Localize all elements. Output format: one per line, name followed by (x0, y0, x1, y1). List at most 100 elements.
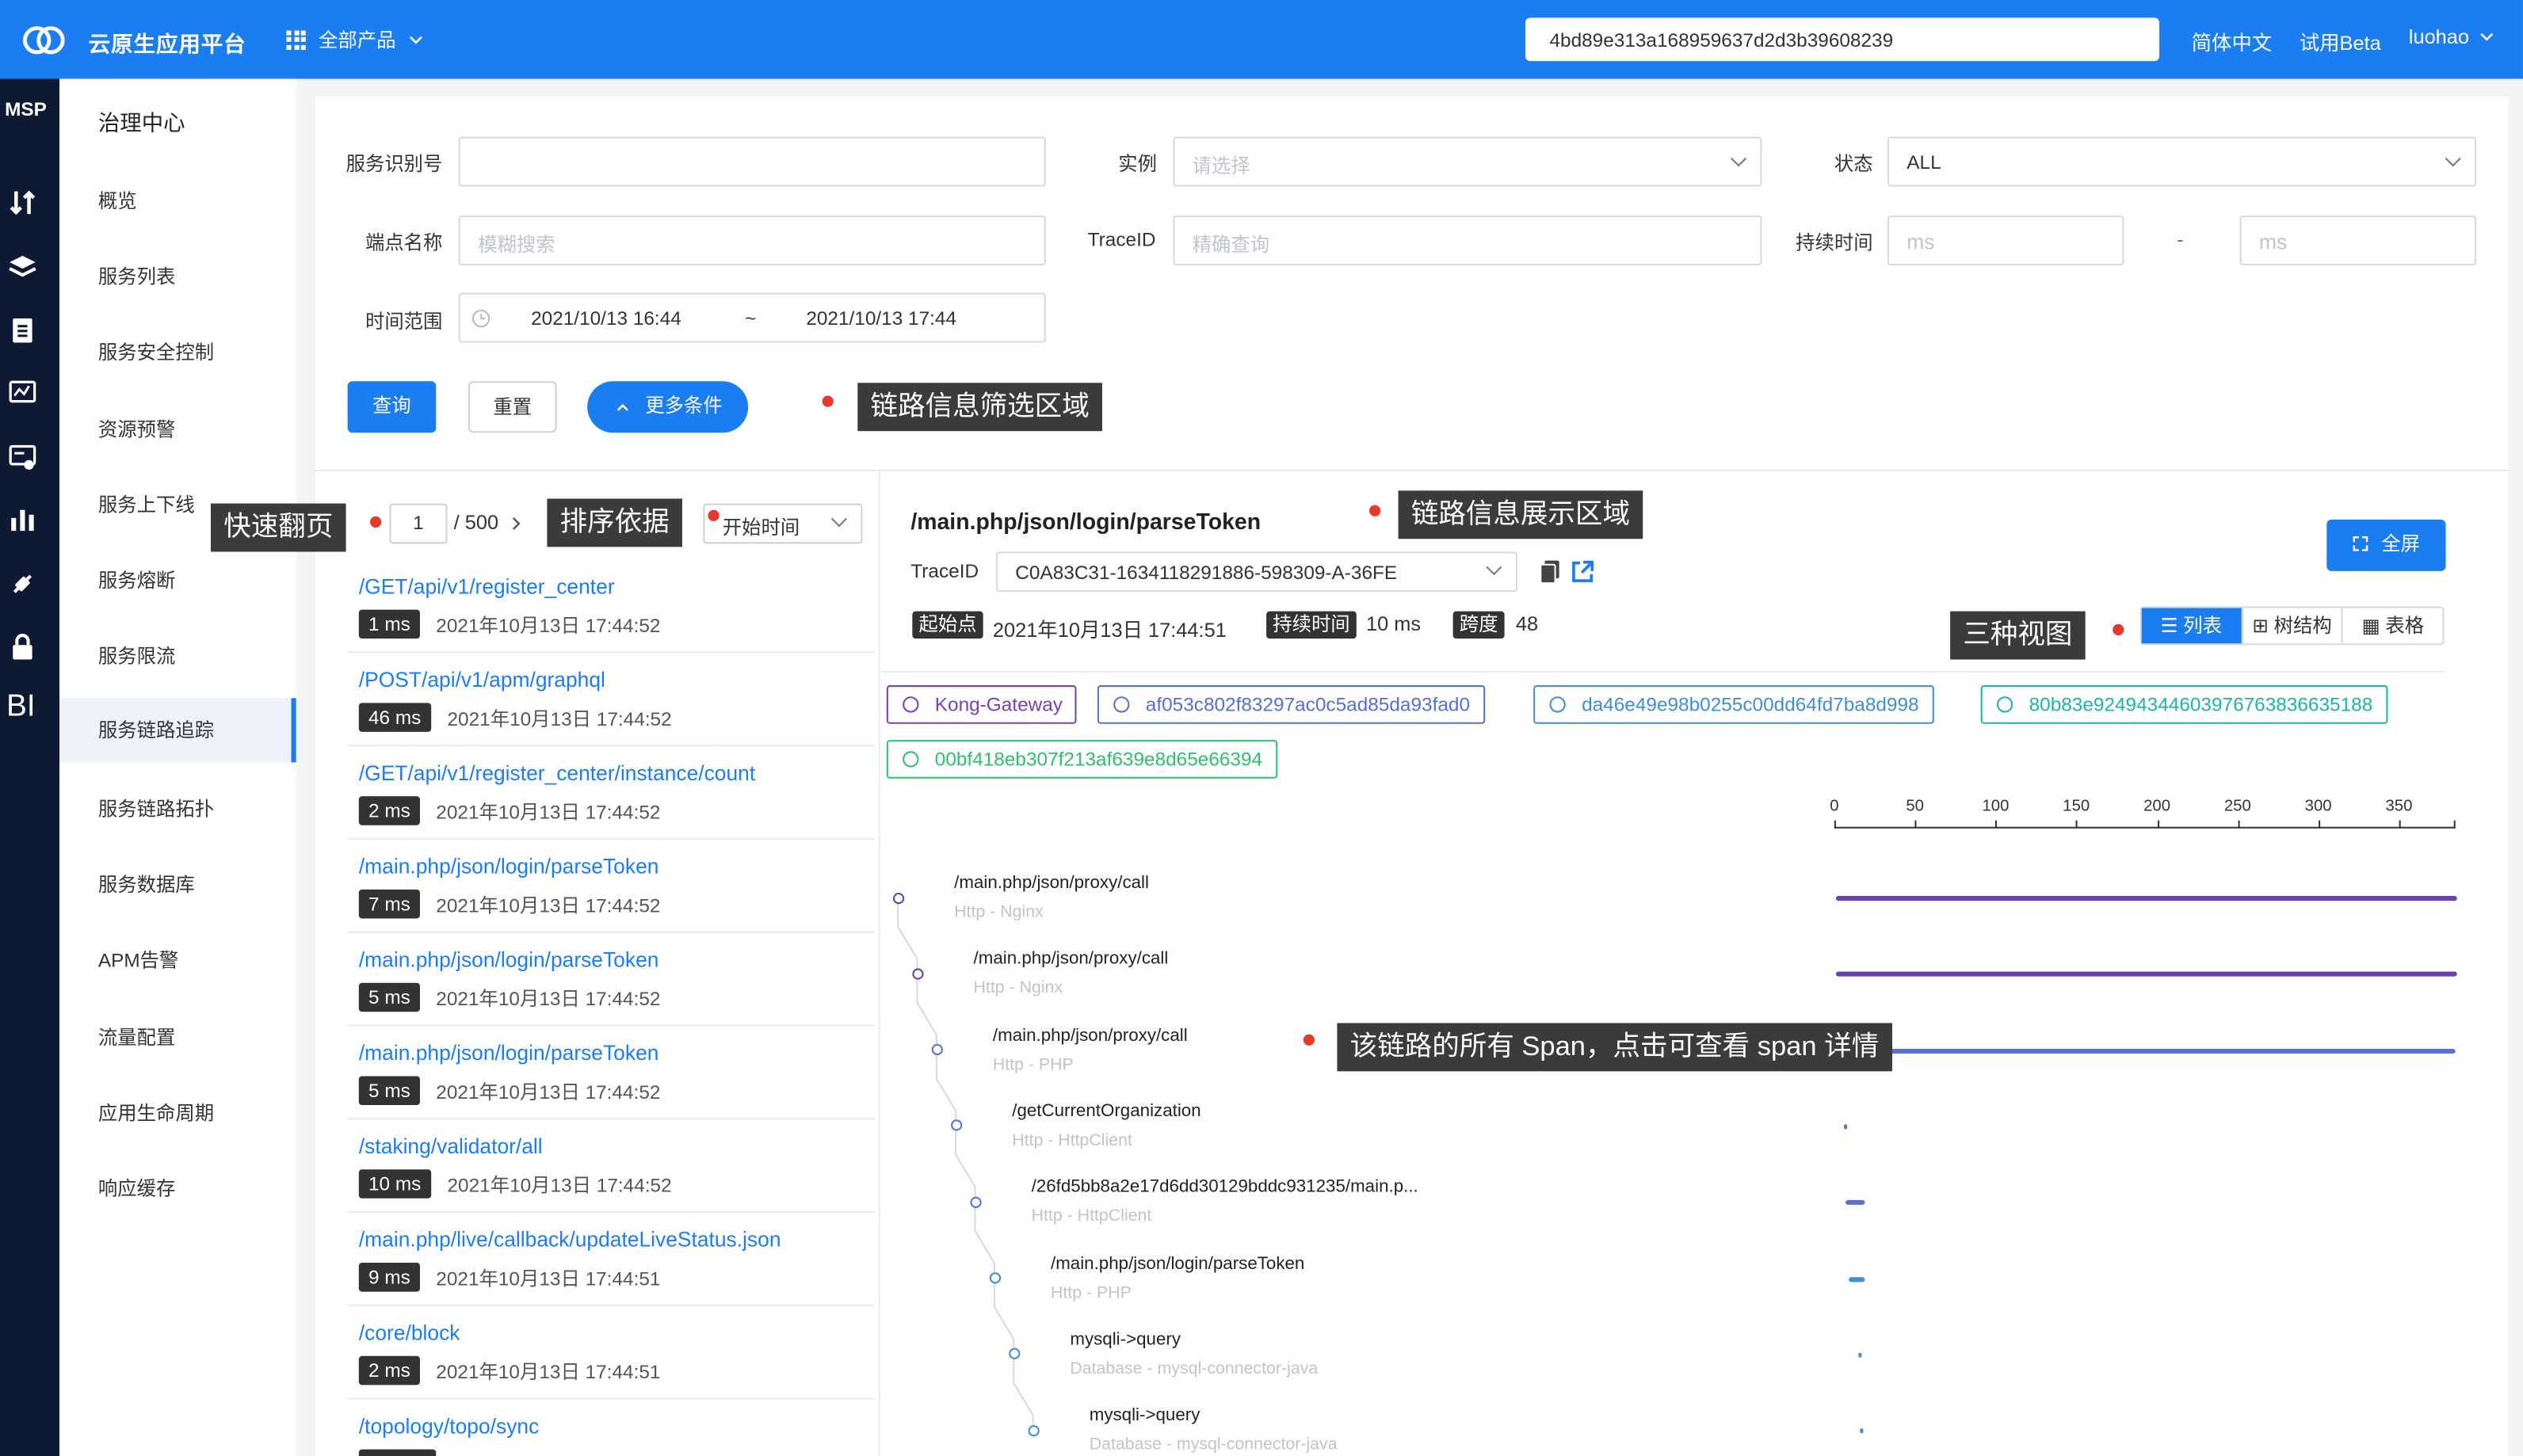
more-conditions-button[interactable]: 更多条件 (587, 381, 749, 433)
span-duration-bar[interactable] (1849, 1276, 1865, 1282)
service-tag[interactable]: 00bf418eb307f213af639e8d65e66394 (886, 740, 1277, 779)
span-node-dot[interactable] (1027, 1424, 1039, 1436)
plug-icon[interactable] (8, 570, 37, 599)
trace-item[interactable]: /POST/api/v1/apm/graphql 46 ms 2021年10月13日… (347, 653, 876, 747)
chevron-down-icon (1486, 559, 1502, 576)
menu-item-trace[interactable]: 服务链路追踪 (59, 698, 296, 763)
menu-item-lifecycle[interactable]: 应用生命周期 (98, 1099, 214, 1126)
menu-item-rate-limit[interactable]: 服务限流 (98, 642, 176, 669)
instance-select[interactable]: 请选择 (1173, 136, 1762, 187)
span-name[interactable]: /getCurrentOrganization (1012, 1102, 1200, 1121)
trace-item[interactable]: /main.php/json/login/parseToken 7 ms 2021年… (347, 840, 876, 933)
span-name[interactable]: mysqli->query (1070, 1330, 1181, 1349)
trace-item[interactable]: /topology/topo/sync (348, 1400, 876, 1456)
transfer-icon[interactable] (8, 189, 37, 218)
menu-item-resource-alert[interactable]: 资源预警 (98, 415, 176, 443)
ruler-tick (1914, 820, 1917, 829)
trace-path[interactable]: /staking/validator/all (359, 1134, 543, 1158)
span-duration-bar[interactable] (1835, 896, 2457, 901)
menu-item-apm-alert[interactable]: APM告警 (98, 946, 179, 974)
bar-chart-icon[interactable] (8, 505, 37, 535)
monitor-icon[interactable] (8, 378, 37, 407)
span-duration-bar[interactable] (1844, 1124, 1848, 1130)
menu-item-service-list[interactable]: 服务列表 (98, 262, 176, 290)
traceid-input[interactable]: 精确查询 (1173, 215, 1762, 266)
trace-path[interactable]: /main.php/json/login/parseToken (359, 854, 659, 878)
all-products-menu[interactable]: 全部产品 (286, 25, 423, 53)
menu-item-circuit-breaker[interactable]: 服务熔断 (98, 566, 176, 594)
traceid-select[interactable]: C0A83C31-1634118291886-598309-A-36FE (995, 551, 1517, 593)
clipboard-icon[interactable] (8, 315, 37, 345)
fullscreen-button[interactable]: 全屏 (2326, 519, 2446, 571)
endpoint-label: 端点名称 (365, 231, 443, 254)
annotation-quick-page: 快速翻页 (211, 503, 346, 552)
copy-icon[interactable] (1540, 560, 1560, 585)
trace-time: 2021年10月13日 17:44:52 (436, 987, 661, 1011)
service-tag[interactable]: Kong-Gateway (886, 685, 1078, 724)
chevron-right-icon[interactable] (512, 516, 521, 531)
span-duration-bar[interactable] (1860, 1428, 1864, 1434)
span-name[interactable]: /main.php/json/proxy/call (993, 1026, 1188, 1045)
endpoint-input[interactable]: 模糊搜索 (458, 215, 1046, 266)
query-button[interactable]: 查询 (347, 381, 437, 433)
duration-min-input[interactable]: ms (1887, 215, 2124, 266)
view-tree-tab[interactable]: ⊞ 树结构 (2242, 608, 2344, 644)
menu-item-service-security[interactable]: 服务安全控制 (98, 337, 214, 365)
service-tag[interactable]: 80b83e92494344603976763836635188 (1980, 685, 2387, 724)
span-duration-bar[interactable] (1858, 1352, 1862, 1358)
trace-path[interactable]: /main.php/json/login/parseToken (359, 1041, 659, 1065)
layers-icon[interactable] (8, 253, 37, 282)
span-duration-bar[interactable] (1835, 972, 2457, 978)
page-input[interactable]: 1 (389, 503, 448, 544)
menu-item-overview[interactable]: 概览 (98, 187, 137, 215)
sort-select[interactable]: 开始时间 (703, 503, 863, 544)
trace-path[interactable]: /topology/topo/sync (359, 1414, 539, 1438)
config-icon[interactable] (8, 442, 37, 471)
status-select[interactable]: ALL (1887, 136, 2477, 187)
span-name[interactable]: /main.php/json/proxy/call (974, 950, 1169, 969)
span-duration-bar[interactable] (1845, 1200, 1865, 1206)
span-node-dot[interactable] (969, 1196, 981, 1208)
bi-icon[interactable]: BI (6, 690, 35, 726)
trace-item[interactable]: /main.php/json/login/parseToken 5 ms 2021年… (347, 933, 876, 1027)
menu-item-topology[interactable]: 服务链路拓扑 (98, 795, 214, 822)
trace-path[interactable]: /GET/api/v1/register_center/instance/cou… (359, 760, 755, 784)
menu-item-traffic[interactable]: 流量配置 (98, 1023, 176, 1050)
global-search-input[interactable]: 4bd89e313a168959637d2d3b39608239 (1525, 17, 2160, 62)
span-name[interactable]: /main.php/json/login/parseToken (1051, 1254, 1304, 1273)
span-node-dot[interactable] (891, 891, 904, 904)
trace-item[interactable]: /core/block 2 ms 2021年10月13日 17:44:51 (347, 1306, 876, 1400)
trace-path[interactable]: /core/block (359, 1321, 460, 1344)
trace-path[interactable]: /main.php/live/callback/updateLiveStatus… (359, 1227, 781, 1251)
trace-item[interactable]: /main.php/json/login/parseToken 5 ms 2021年… (347, 1027, 876, 1120)
trace-item[interactable]: /staking/validator/all 10 ms 2021年10月13日 1… (347, 1119, 876, 1214)
trace-item[interactable]: /GET/api/v1/register_center/instance/cou… (347, 746, 876, 840)
trace-item[interactable]: /GET/api/v1/register_center 1 ms 2021年10月1… (347, 560, 876, 654)
trace-item[interactable]: /main.php/live/callback/updateLiveStatus… (347, 1213, 876, 1306)
service-id-input[interactable] (458, 136, 1046, 187)
time-range-picker[interactable]: 2021/10/13 16:44 ~ 2021/10/13 17:44 (458, 292, 1046, 343)
service-tag[interactable]: af053c802f83297ac0c5ad85da93fad0 (1097, 685, 1485, 724)
external-link-icon[interactable] (1571, 560, 1594, 584)
span-duration-bar[interactable] (1835, 1048, 2456, 1054)
view-table-tab[interactable]: ▦ 表格 (2343, 608, 2442, 644)
trace-path[interactable]: /GET/api/v1/register_center (359, 574, 615, 598)
user-menu[interactable]: luohao (2409, 25, 2494, 48)
duration-max-input[interactable]: ms (2239, 215, 2477, 266)
menu-item-database[interactable]: 服务数据库 (98, 871, 195, 898)
span-node-dot[interactable] (988, 1272, 1001, 1284)
span-name[interactable]: /main.php/json/proxy/call (954, 874, 1149, 893)
beta-link[interactable]: 试用Beta (2300, 25, 2381, 56)
reset-button[interactable]: 重置 (468, 381, 557, 433)
trace-path[interactable]: /POST/api/v1/apm/graphql (359, 668, 605, 692)
view-list-tab[interactable]: ☰ 列表 (2141, 608, 2242, 644)
span-name[interactable]: mysqli->query (1090, 1406, 1200, 1425)
span-name[interactable]: /26fd5bb8a2e17d6dd30129bddc931235/main.p… (1032, 1178, 1418, 1197)
span-node-dot[interactable] (911, 968, 923, 980)
lock-icon[interactable] (8, 632, 37, 661)
language-switch[interactable]: 简体中文 (2192, 25, 2273, 56)
trace-path[interactable]: /main.php/json/login/parseToken (359, 947, 659, 971)
menu-item-service-online[interactable]: 服务上下线 (98, 490, 195, 518)
menu-item-response-cache[interactable]: 响应缓存 (98, 1174, 176, 1202)
service-tag[interactable]: da46e49e98b0255c00dd64fd7ba8d998 (1533, 685, 1933, 724)
